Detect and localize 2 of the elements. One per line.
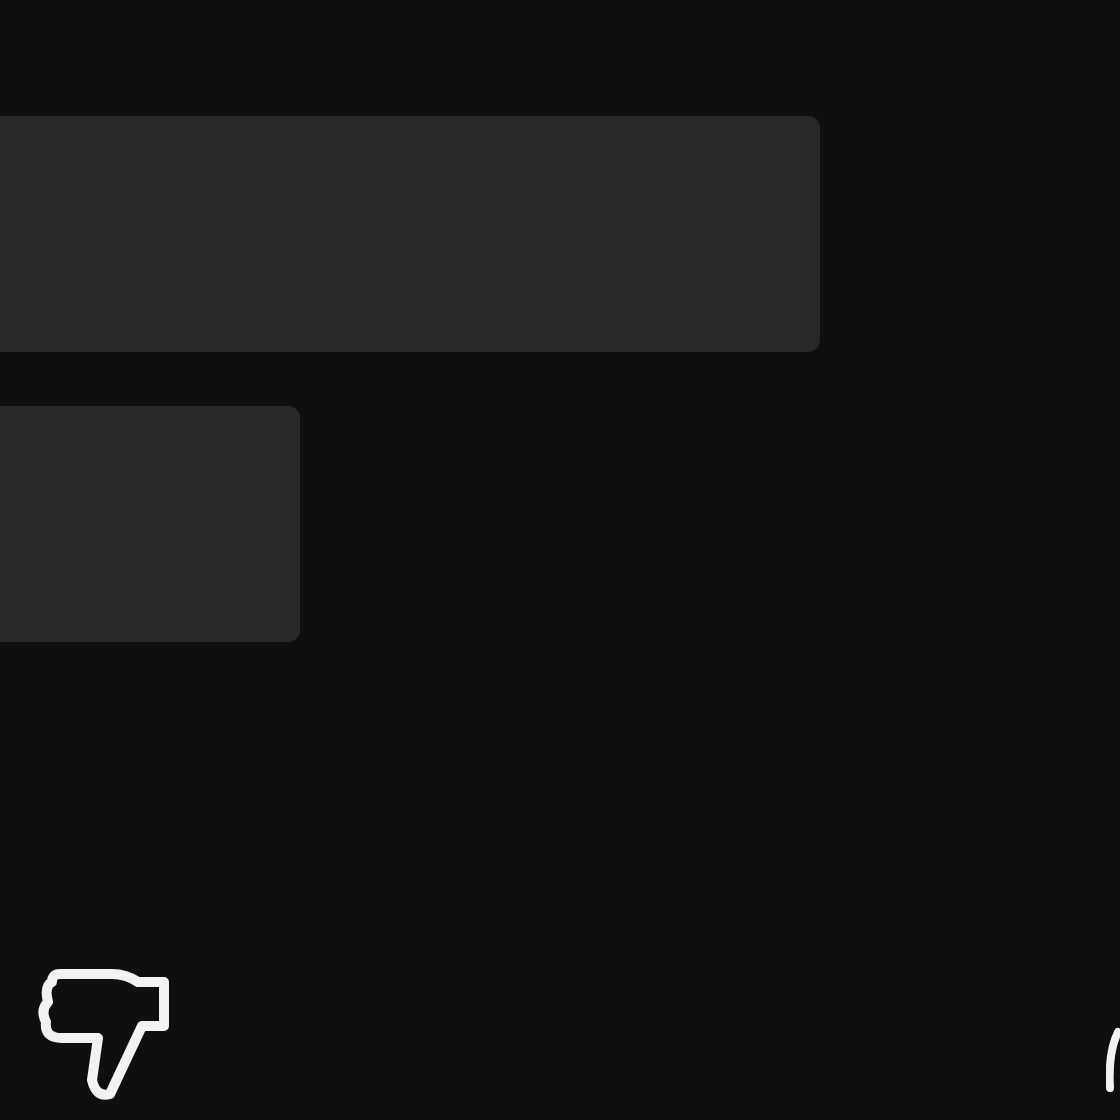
thumbs-down-icon[interactable] [36,964,172,1104]
curve-icon[interactable] [1106,1024,1120,1096]
